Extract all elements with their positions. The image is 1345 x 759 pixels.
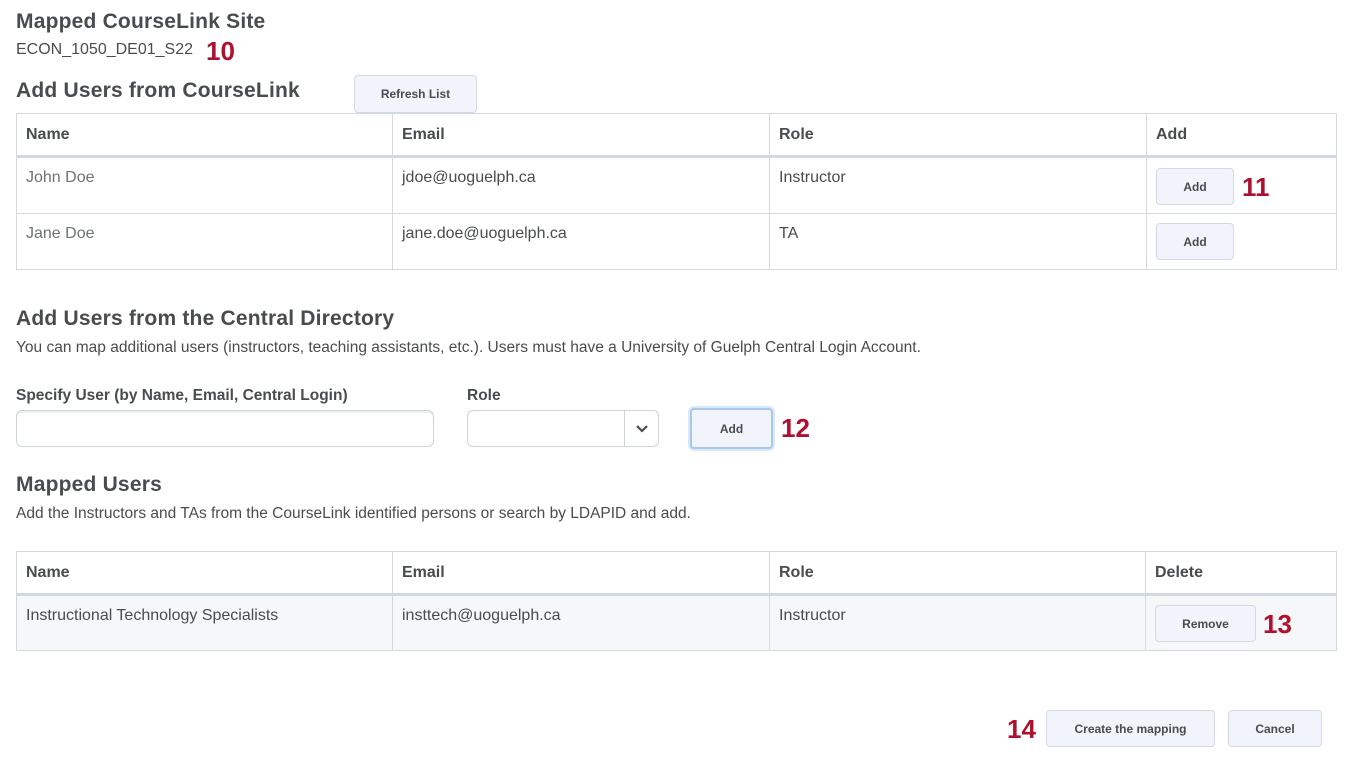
- table-row: Jane Doe jane.doe@uoguelph.ca TA Add: [16, 213, 1337, 270]
- central-directory-heading: Add Users from the Central Directory: [16, 307, 395, 330]
- user-role: Instructor: [769, 156, 1147, 214]
- central-directory-description: You can map additional users (instructor…: [16, 339, 921, 356]
- role-label: Role: [467, 387, 501, 404]
- specify-user-input[interactable]: [16, 410, 434, 447]
- mapped-user-email: insttech@uoguelph.ca: [392, 594, 770, 651]
- specify-user-label: Specify User (by Name, Email, Central Lo…: [16, 387, 348, 404]
- user-email: jane.doe@uoguelph.ca: [392, 213, 770, 270]
- courselink-users-heading: Add Users from CourseLink: [16, 79, 300, 102]
- callout-12: 12: [781, 413, 810, 443]
- course-code: ECON_1050_DE01_S22: [16, 41, 194, 58]
- column-header-role: Role: [769, 551, 1146, 596]
- column-header-add: Add: [1146, 113, 1337, 158]
- user-name: Jane Doe: [16, 213, 393, 270]
- chevron-down-icon: [624, 411, 658, 446]
- role-select[interactable]: [467, 410, 659, 447]
- mapped-user-role: Instructor: [769, 594, 1146, 651]
- user-email: jdoe@uoguelph.ca: [392, 156, 770, 214]
- mapped-site-heading: Mapped CourseLink Site: [16, 10, 266, 33]
- delete-cell: Remove 13: [1145, 594, 1337, 651]
- callout-13: 13: [1263, 608, 1292, 639]
- remove-user-button[interactable]: Remove: [1155, 605, 1256, 642]
- column-header-role: Role: [769, 113, 1147, 158]
- role-select-value: [468, 411, 624, 446]
- courselink-users-table: Name Email Role Add John Doe jdoe@uoguel…: [16, 113, 1337, 270]
- mapped-users-heading: Mapped Users: [16, 473, 162, 496]
- callout-14: 14: [1007, 714, 1036, 744]
- create-mapping-button[interactable]: Create the mapping: [1046, 710, 1215, 747]
- callout-10: 10: [206, 36, 235, 66]
- refresh-list-button[interactable]: Refresh List: [354, 75, 477, 113]
- column-header-email: Email: [392, 551, 770, 596]
- mapped-users-table: Name Email Role Delete Instructional Tec…: [16, 551, 1337, 651]
- table-header-row: Name Email Role Delete: [16, 551, 1337, 596]
- column-header-name: Name: [16, 113, 393, 158]
- column-header-delete: Delete: [1145, 551, 1337, 596]
- table-row: Instructional Technology Specialists ins…: [16, 594, 1337, 651]
- mapped-users-description: Add the Instructors and TAs from the Cou…: [16, 505, 691, 522]
- mapped-user-name: Instructional Technology Specialists: [16, 594, 393, 651]
- add-directory-user-button[interactable]: Add: [690, 408, 773, 449]
- column-header-name: Name: [16, 551, 393, 596]
- table-row: John Doe jdoe@uoguelph.ca Instructor Add…: [16, 156, 1337, 214]
- add-cell: Add: [1146, 213, 1337, 270]
- user-role: TA: [769, 213, 1147, 270]
- table-header-row: Name Email Role Add: [16, 113, 1337, 158]
- add-jane-doe-button[interactable]: Add: [1156, 223, 1234, 260]
- add-cell: Add 11: [1146, 156, 1337, 214]
- callout-11: 11: [1242, 171, 1270, 202]
- column-header-email: Email: [392, 113, 770, 158]
- user-name: John Doe: [16, 156, 393, 214]
- cancel-button[interactable]: Cancel: [1228, 710, 1322, 747]
- add-john-doe-button[interactable]: Add: [1156, 168, 1234, 205]
